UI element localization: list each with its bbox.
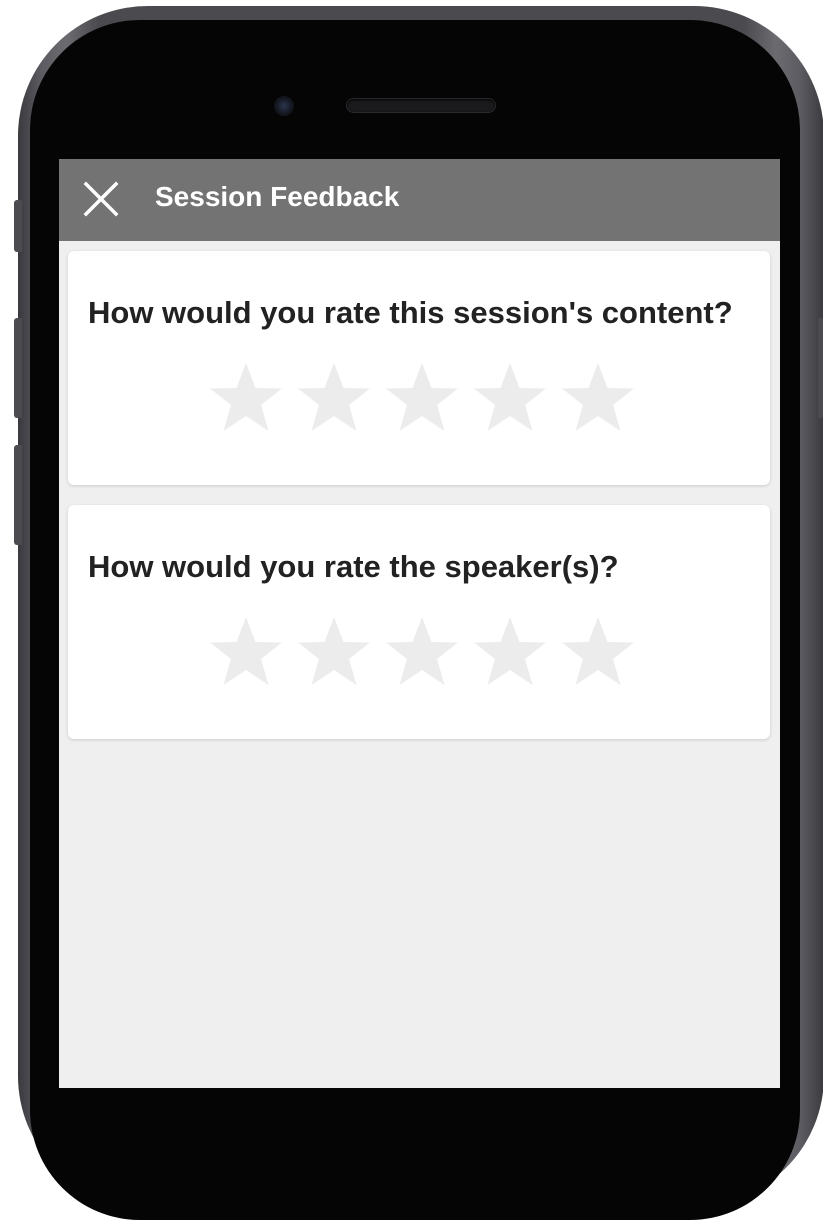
front-camera bbox=[274, 96, 294, 116]
star-icon bbox=[298, 617, 370, 685]
content-rating-question: How would you rate this session's conten… bbox=[88, 295, 733, 330]
content-star-4[interactable] bbox=[470, 359, 550, 439]
content-star-5[interactable] bbox=[558, 359, 638, 439]
app-screen: Session Feedback How would you rate this… bbox=[59, 159, 780, 1088]
content-star-rating[interactable] bbox=[206, 359, 646, 439]
content-star-2[interactable] bbox=[294, 359, 374, 439]
content-rating-card: How would you rate this session's conten… bbox=[68, 251, 770, 485]
speaker-star-1[interactable] bbox=[206, 613, 286, 693]
star-icon bbox=[474, 363, 546, 431]
star-icon bbox=[562, 617, 634, 685]
close-button[interactable] bbox=[79, 177, 123, 221]
close-icon bbox=[83, 181, 119, 217]
speaker-star-rating[interactable] bbox=[206, 613, 646, 693]
content-star-3[interactable] bbox=[382, 359, 462, 439]
speaker-star-4[interactable] bbox=[470, 613, 550, 693]
star-icon bbox=[298, 363, 370, 431]
speaker-rating-card: How would you rate the speaker(s)? bbox=[68, 505, 770, 739]
star-icon bbox=[210, 617, 282, 685]
star-icon bbox=[386, 363, 458, 431]
volume-down-button bbox=[14, 445, 22, 545]
speaker-star-2[interactable] bbox=[294, 613, 374, 693]
star-icon bbox=[474, 617, 546, 685]
app-header: Session Feedback bbox=[59, 159, 780, 241]
star-icon bbox=[210, 363, 282, 431]
speaker-star-5[interactable] bbox=[558, 613, 638, 693]
earpiece-speaker bbox=[347, 99, 495, 112]
star-icon bbox=[386, 617, 458, 685]
speaker-star-3[interactable] bbox=[382, 613, 462, 693]
star-icon bbox=[562, 363, 634, 431]
content-star-1[interactable] bbox=[206, 359, 286, 439]
power-button bbox=[818, 318, 823, 418]
volume-up-button bbox=[14, 318, 22, 418]
speaker-rating-question: How would you rate the speaker(s)? bbox=[88, 549, 619, 584]
page-title: Session Feedback bbox=[155, 181, 400, 212]
mute-switch bbox=[14, 200, 22, 252]
